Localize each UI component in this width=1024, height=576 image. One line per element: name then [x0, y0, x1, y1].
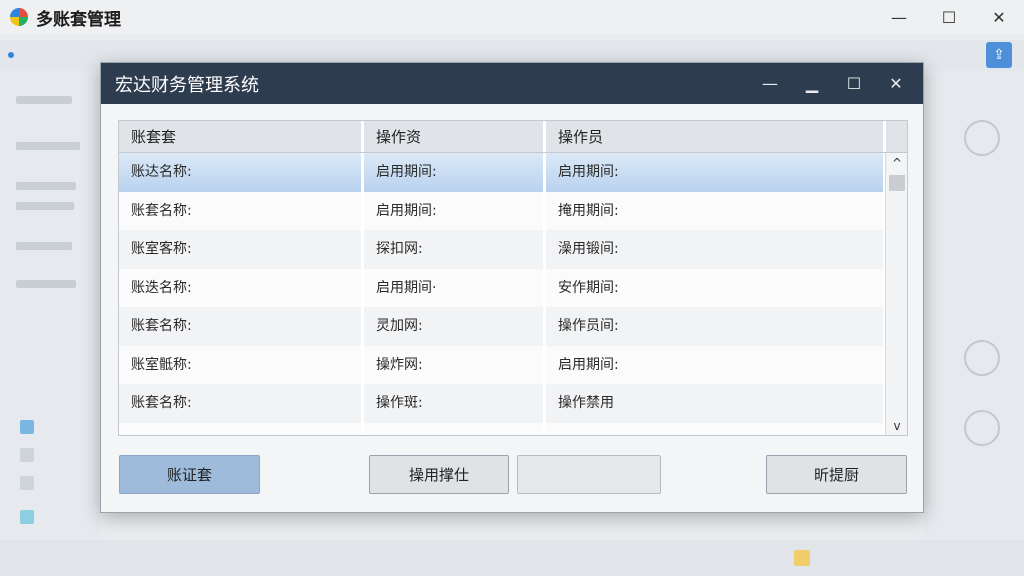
operate-button[interactable]: 操用撑仕 — [369, 455, 509, 494]
sidebar-color-icon — [20, 476, 34, 490]
table-header: 账套套 操作资 操作员 — [119, 121, 907, 153]
table-cell: 操作员间 — [546, 422, 886, 435]
clock-icon — [964, 410, 1000, 446]
column-header-operation[interactable]: 操作资 — [364, 121, 546, 152]
table-cell: 账套名称: — [119, 422, 364, 435]
main-titlebar: 多账套管理 — ☐ ✕ — [0, 0, 1024, 34]
sidebar-color-icon — [20, 448, 34, 462]
dialog-maximize-button[interactable]: ☐ — [833, 63, 875, 104]
clock-icon — [964, 340, 1000, 376]
table-cell: 启用期间: — [546, 153, 886, 192]
table-cell: 启用期间: — [546, 345, 886, 384]
table-cell: 灵加网: — [364, 307, 546, 346]
scrollbar-thumb[interactable] — [889, 175, 905, 191]
table-cell: 操作禁用 — [546, 384, 886, 423]
table-cell: 启用期间· — [364, 268, 546, 307]
dialog-titlebar[interactable]: 宏达财务管理系统 — ▁ ☐ ✕ — [101, 63, 923, 104]
table-scrollbar[interactable]: ^ v — [885, 153, 907, 435]
table-cell: 账套名称: — [119, 307, 364, 346]
table-row[interactable]: 账迭名称: 启用期间· 安作期间: — [119, 268, 886, 307]
sidebar-placeholder — [16, 242, 72, 250]
table-cell: 澡用锻间: — [546, 230, 886, 269]
background-statusbar — [0, 540, 1024, 576]
table-row[interactable]: 账套名称: 操作间: 操作员间 — [119, 422, 886, 435]
blank-button[interactable] — [517, 455, 661, 494]
dialog-window-controls: — ▁ ☐ ✕ — [749, 63, 917, 104]
table-row[interactable]: 账室客称: 探扣网: 澡用锻间: — [119, 230, 886, 269]
sidebar-placeholder — [16, 202, 74, 210]
table-cell: 启用期间: — [364, 153, 546, 192]
table-row[interactable]: 账室骶称: 操炸网: 启用期间: — [119, 345, 886, 384]
scroll-down-icon[interactable]: v — [886, 416, 907, 435]
main-window-title: 多账套管理 — [36, 9, 121, 30]
dialog-minimize-button[interactable]: — — [749, 63, 791, 104]
close-button[interactable]: ✕ — [974, 0, 1024, 34]
dialog-close-button[interactable]: ✕ — [875, 63, 917, 104]
table-cell: 操作斑: — [364, 384, 546, 423]
sidebar-placeholder — [16, 96, 72, 104]
table-row[interactable]: 账套名称: 操作斑: 操作禁用 — [119, 384, 886, 423]
upload-icon[interactable]: ⇪ — [986, 42, 1012, 68]
sidebar-placeholder — [16, 182, 76, 190]
sidebar-placeholder — [16, 142, 80, 150]
table-cell: 账套名称: — [119, 384, 364, 423]
dialog-title: 宏达财务管理系统 — [115, 74, 259, 96]
table-cell: 账迭名称: — [119, 268, 364, 307]
table-cell: 账室客称: — [119, 230, 364, 269]
table-cell: 操炸网: — [364, 345, 546, 384]
clock-icon — [964, 120, 1000, 156]
table-cell: 探扣网: — [364, 230, 546, 269]
cancel-button[interactable]: 昕提厨 — [766, 455, 907, 494]
background-sidebar — [0, 70, 100, 540]
account-set-table: 账套套 操作资 操作员 账达名称: 启用期间: 启用期间: 账套名称: 启用期间… — [118, 120, 908, 436]
dialog-restore-button[interactable]: ▁ — [791, 63, 833, 104]
minimize-button[interactable]: — — [874, 0, 924, 34]
table-cell: 安作期间: — [546, 268, 886, 307]
status-color-icon — [794, 550, 810, 566]
table-cell: 账室骶称: — [119, 345, 364, 384]
main-window-controls: — ☐ ✕ — [874, 0, 1024, 34]
background-right-panel — [924, 70, 1024, 540]
table-cell: 启用期间: — [364, 191, 546, 230]
column-header-account-set[interactable]: 账套套 — [119, 121, 364, 152]
table-row[interactable]: 账套名称: 灵加网: 操作员间: — [119, 307, 886, 346]
table-row[interactable]: 账达名称: 启用期间: 启用期间: — [119, 153, 886, 192]
table-cell: 操作员间: — [546, 307, 886, 346]
table-cell: 掩用期间: — [546, 191, 886, 230]
column-header-operator[interactable]: 操作员 — [546, 121, 886, 152]
table-cell: 账套名称: — [119, 191, 364, 230]
table-cell: 账达名称: — [119, 153, 364, 192]
account-set-dialog: 宏达财务管理系统 — ▁ ☐ ✕ 账套套 操作资 操作员 账达名称: 启用期间:… — [100, 62, 924, 513]
sidebar-color-icon — [20, 420, 34, 434]
scroll-up-icon[interactable]: ^ — [886, 153, 907, 173]
table-row[interactable]: 账套名称: 启用期间: 掩用期间: — [119, 191, 886, 230]
sidebar-color-icon — [20, 510, 34, 524]
table-cell: 操作间: — [364, 422, 546, 435]
breadcrumb-dot-icon — [8, 52, 14, 58]
app-logo-icon — [10, 8, 28, 26]
sidebar-placeholder — [16, 280, 76, 288]
table-body: 账达名称: 启用期间: 启用期间: 账套名称: 启用期间: 掩用期间: 账室客称… — [119, 153, 886, 435]
account-set-button[interactable]: 账证套 — [119, 455, 260, 494]
maximize-button[interactable]: ☐ — [924, 0, 974, 34]
